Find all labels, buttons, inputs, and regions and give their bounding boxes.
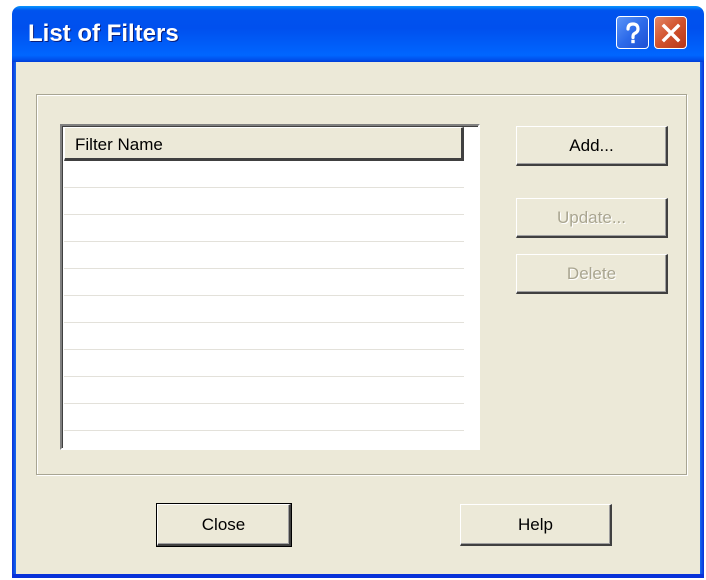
list-item[interactable] — [64, 296, 464, 323]
list-item[interactable] — [64, 215, 464, 242]
list-of-filters-dialog: List of Filters Filter Name Add... Updat… — [12, 6, 704, 578]
list-item[interactable] — [64, 269, 464, 296]
help-button[interactable]: Help — [460, 504, 612, 546]
list-item[interactable] — [64, 323, 464, 350]
window-frame-right — [700, 62, 704, 578]
close-x-icon — [661, 23, 681, 43]
add-filter-button[interactable]: Add... — [516, 126, 668, 166]
list-item[interactable] — [64, 377, 464, 404]
list-item[interactable] — [64, 188, 464, 215]
list-item[interactable] — [64, 431, 464, 448]
filters-list-rows — [64, 161, 464, 448]
column-header-filter-name[interactable]: Filter Name — [64, 127, 464, 161]
list-item[interactable] — [64, 161, 464, 188]
list-item[interactable] — [64, 350, 464, 377]
delete-filter-button[interactable]: Delete — [516, 254, 668, 294]
dialog-title: List of Filters — [28, 20, 179, 47]
list-item[interactable] — [64, 404, 464, 431]
titlebar-close-button[interactable] — [654, 16, 687, 49]
window-frame-left — [12, 62, 16, 578]
close-button[interactable]: Close — [156, 503, 292, 547]
filters-list-view[interactable]: Filter Name — [60, 124, 480, 450]
update-filter-button[interactable]: Update... — [516, 198, 668, 238]
question-mark-icon — [622, 21, 644, 45]
window-frame-bottom — [12, 574, 704, 578]
title-bar[interactable]: List of Filters — [12, 6, 704, 62]
list-item[interactable] — [64, 242, 464, 269]
titlebar-help-button[interactable] — [616, 16, 649, 49]
